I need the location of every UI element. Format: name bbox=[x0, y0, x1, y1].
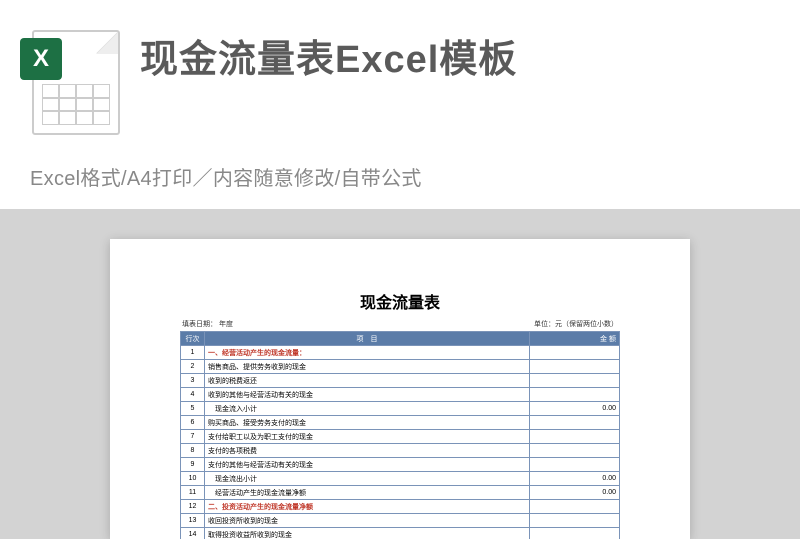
row-label: 收回投资所收到的现金 bbox=[205, 514, 530, 528]
doc-meta: 填表日期： 年度 单位：元（保留两位小数） bbox=[180, 319, 620, 329]
row-num: 11 bbox=[181, 486, 205, 500]
row-amount bbox=[530, 416, 620, 430]
row-num: 9 bbox=[181, 458, 205, 472]
header-area: X 现金流量表Excel模板 bbox=[0, 0, 800, 155]
row-amount bbox=[530, 514, 620, 528]
row-amount bbox=[530, 360, 620, 374]
table-row: 13收回投资所收到的现金 bbox=[181, 514, 620, 528]
col-header-num: 行次 bbox=[181, 332, 205, 346]
table-row: 9支付的其他与经营活动有关的现金 bbox=[181, 458, 620, 472]
subtitle-text: Excel格式/A4打印／内容随意修改/自带公式 bbox=[30, 162, 770, 191]
table-row: 10 现金流出小计0.00 bbox=[181, 472, 620, 486]
row-amount bbox=[530, 500, 620, 514]
table-row: 4收到的其他与经营活动有关的现金 bbox=[181, 388, 620, 402]
excel-badge-icon: X bbox=[20, 38, 62, 80]
meta-right: 单位：元（保留两位小数） bbox=[534, 319, 618, 329]
cashflow-table: 行次 项 目 金 额 1一、经营活动产生的现金流量：2销售商品、提供劳务收到的现… bbox=[180, 331, 620, 539]
table-row: 3收到的税费返还 bbox=[181, 374, 620, 388]
row-label: 现金流入小计 bbox=[205, 402, 530, 416]
preview-area: 现金流量表 填表日期： 年度 单位：元（保留两位小数） 行次 项 目 金 额 1… bbox=[0, 209, 800, 539]
row-num: 8 bbox=[181, 444, 205, 458]
row-num: 10 bbox=[181, 472, 205, 486]
row-num: 6 bbox=[181, 416, 205, 430]
table-row: 12二、投资活动产生的现金流量净额 bbox=[181, 500, 620, 514]
document-preview: 现金流量表 填表日期： 年度 单位：元（保留两位小数） 行次 项 目 金 额 1… bbox=[110, 239, 690, 539]
table-row: 7支付给职工以及为职工支付的现金 bbox=[181, 430, 620, 444]
row-amount: 0.00 bbox=[530, 472, 620, 486]
table-row: 6购买商品、接受劳务支付的现金 bbox=[181, 416, 620, 430]
meta-left: 填表日期： 年度 bbox=[182, 319, 233, 329]
row-amount bbox=[530, 444, 620, 458]
row-num: 13 bbox=[181, 514, 205, 528]
row-num: 5 bbox=[181, 402, 205, 416]
row-num: 3 bbox=[181, 374, 205, 388]
row-label: 支付的其他与经营活动有关的现金 bbox=[205, 458, 530, 472]
row-label: 经营活动产生的现金流量净额 bbox=[205, 486, 530, 500]
doc-title: 现金流量表 bbox=[180, 289, 620, 313]
row-label: 销售商品、提供劳务收到的现金 bbox=[205, 360, 530, 374]
row-amount: 0.00 bbox=[530, 486, 620, 500]
table-row: 11 经营活动产生的现金流量净额0.00 bbox=[181, 486, 620, 500]
row-label: 收到的其他与经营活动有关的现金 bbox=[205, 388, 530, 402]
row-num: 12 bbox=[181, 500, 205, 514]
col-header-item: 项 目 bbox=[205, 332, 530, 346]
row-num: 14 bbox=[181, 528, 205, 539]
row-amount: 0.00 bbox=[530, 402, 620, 416]
row-amount bbox=[530, 528, 620, 539]
row-num: 1 bbox=[181, 346, 205, 360]
row-amount bbox=[530, 346, 620, 360]
page-title: 现金流量表Excel模板 bbox=[140, 28, 770, 83]
row-num: 2 bbox=[181, 360, 205, 374]
row-label: 二、投资活动产生的现金流量净额 bbox=[205, 500, 530, 514]
row-label: 现金流出小计 bbox=[205, 472, 530, 486]
row-amount bbox=[530, 388, 620, 402]
table-row: 1一、经营活动产生的现金流量： bbox=[181, 346, 620, 360]
table-row: 8支付的各项税费 bbox=[181, 444, 620, 458]
table-header-row: 行次 项 目 金 额 bbox=[181, 332, 620, 346]
title-block: 现金流量表Excel模板 bbox=[140, 20, 770, 83]
row-label: 一、经营活动产生的现金流量： bbox=[205, 346, 530, 360]
subtitle-bar: Excel格式/A4打印／内容随意修改/自带公式 bbox=[0, 152, 800, 209]
row-label: 支付的各项税费 bbox=[205, 444, 530, 458]
row-amount bbox=[530, 430, 620, 444]
row-num: 4 bbox=[181, 388, 205, 402]
row-amount bbox=[530, 458, 620, 472]
excel-file-icon: X bbox=[20, 20, 120, 135]
row-label: 收到的税费返还 bbox=[205, 374, 530, 388]
col-header-amount: 金 额 bbox=[530, 332, 620, 346]
row-num: 7 bbox=[181, 430, 205, 444]
row-label: 取得投资收益所收到的现金 bbox=[205, 528, 530, 539]
row-label: 购买商品、接受劳务支付的现金 bbox=[205, 416, 530, 430]
table-row: 14取得投资收益所收到的现金 bbox=[181, 528, 620, 539]
row-amount bbox=[530, 374, 620, 388]
row-label: 支付给职工以及为职工支付的现金 bbox=[205, 430, 530, 444]
table-row: 2销售商品、提供劳务收到的现金 bbox=[181, 360, 620, 374]
table-row: 5 现金流入小计0.00 bbox=[181, 402, 620, 416]
